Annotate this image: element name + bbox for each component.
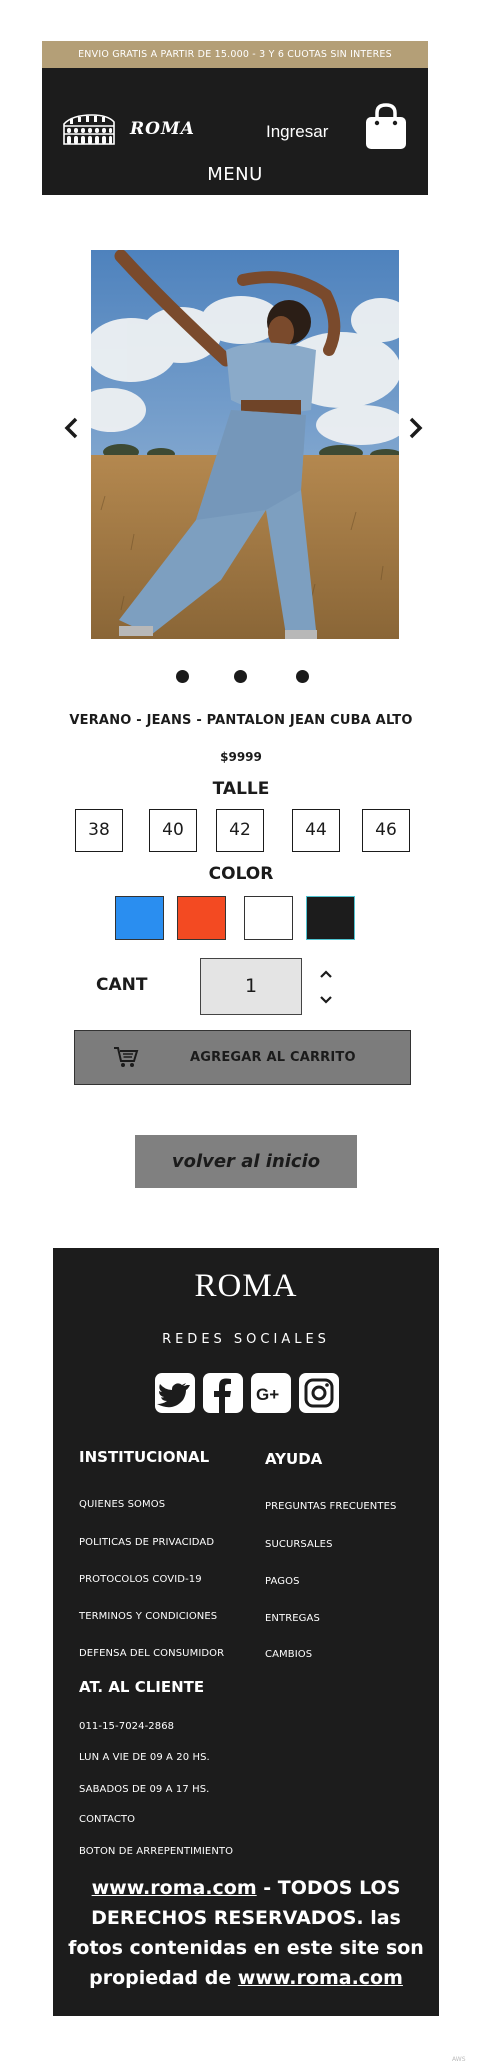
facebook-link[interactable] (202, 1372, 244, 1414)
footer-link[interactable]: SUCURSALES (265, 1539, 333, 1550)
footer-link[interactable]: CAMBIOS (265, 1649, 312, 1660)
login-link[interactable]: Ingresar (266, 122, 328, 142)
footer-link[interactable]: PREGUNTAS FRECUENTES (265, 1501, 396, 1512)
footer-link: SABADOS DE 09 A 17 HS. (79, 1784, 210, 1795)
footer-link[interactable]: TERMINOS Y CONDICIONES (79, 1611, 217, 1622)
corner-badge: AWS (452, 2056, 466, 2063)
ayuda-heading: AYUDA (265, 1450, 323, 1468)
chevron-right-icon (409, 417, 423, 439)
color-options (0, 896, 482, 940)
footer-link[interactable]: PAGOS (265, 1576, 300, 1587)
footer-link[interactable]: BOTON DE ARREPENTIMIENTO (79, 1846, 233, 1857)
size-option[interactable]: 38 (75, 809, 123, 852)
size-option[interactable]: 44 (292, 809, 340, 852)
instagram-icon (299, 1373, 339, 1413)
footer-link: LUN A VIE DE 09 A 20 HS. (79, 1752, 210, 1763)
product-title: VERANO - JEANS - PANTALON JEAN CUBA ALTO (69, 713, 413, 728)
social-title: REDES SOCIALES (162, 1332, 330, 1347)
footer-link[interactable]: PROTOCOLOS COVID-19 (79, 1574, 202, 1585)
color-swatch-black[interactable] (306, 896, 355, 940)
quantity-stepper[interactable] (318, 968, 334, 1006)
instagram-link[interactable] (298, 1372, 340, 1414)
facebook-icon (203, 1373, 243, 1413)
footer-link[interactable]: QUIENES SOMOS (79, 1499, 165, 1510)
twitter-icon (155, 1373, 195, 1413)
size-option[interactable]: 42 (216, 809, 264, 852)
social-links: G+ (154, 1372, 340, 1414)
add-to-cart-label: AGREGAR AL CARRITO (190, 1050, 356, 1065)
color-swatch-white[interactable] (244, 896, 293, 940)
footer-brand: ROMA (194, 1268, 298, 1304)
quantity-label: CANT (96, 975, 148, 995)
site-footer: ROMA REDES SOCIALES G+ INSTITUCIONAL QUI… (53, 1248, 439, 2016)
gallery-prev-button[interactable] (62, 416, 82, 440)
copyright-link[interactable]: www.roma.com (92, 1877, 257, 1899)
footer-link[interactable]: CONTACTO (79, 1814, 135, 1825)
colosseum-icon (63, 114, 115, 145)
copyright-link[interactable]: www.roma.com (238, 1967, 403, 1989)
google-plus-icon: G+ (251, 1373, 291, 1413)
size-options: 38 40 42 44 46 (0, 809, 482, 852)
menu-toggle[interactable]: MENU (42, 164, 428, 185)
cliente-heading: AT. AL CLIENTE (79, 1678, 205, 1696)
logo-text: ROMA (130, 119, 195, 139)
product-image[interactable] (91, 250, 399, 639)
cart-button[interactable] (364, 102, 408, 150)
shopping-bag-icon (366, 103, 406, 149)
google-plus-link[interactable]: G+ (250, 1372, 292, 1414)
color-label: COLOR (208, 864, 274, 884)
svg-text:G+: G+ (256, 1385, 279, 1404)
footer-link[interactable]: POLITICAS DE PRIVACIDAD (79, 1537, 214, 1548)
size-label: TALLE (212, 779, 270, 799)
gallery-dot[interactable] (296, 670, 309, 683)
footer-link[interactable]: DEFENSA DEL CONSUMIDOR (79, 1648, 224, 1659)
footer-link[interactable]: 011-15-7024-2868 (79, 1721, 174, 1732)
size-option[interactable]: 40 (149, 809, 197, 852)
site-header: ROMA Ingresar MENU (42, 68, 428, 195)
gallery-pagination (0, 670, 482, 684)
size-option[interactable]: 46 (362, 809, 410, 852)
gallery-next-button[interactable] (405, 416, 425, 440)
quantity-input[interactable]: 1 (200, 958, 302, 1015)
institucional-heading: INSTITUCIONAL (79, 1448, 210, 1466)
promo-banner: ENVIO GRATIS A PARTIR DE 15.000 - 3 Y 6 … (42, 41, 428, 68)
twitter-link[interactable] (154, 1372, 196, 1414)
product-photo-illustration (91, 250, 399, 639)
back-home-button[interactable]: volver al inicio (135, 1135, 357, 1188)
stepper-arrows-icon (320, 970, 332, 1004)
footer-link[interactable]: ENTREGAS (265, 1613, 320, 1624)
product-price: $9999 (220, 750, 262, 764)
chevron-left-icon (64, 417, 78, 439)
gallery-dot[interactable] (234, 670, 247, 683)
gallery-dot[interactable] (176, 670, 189, 683)
copyright-notice: www.roma.com - TODOS LOS DERECHOS RESERV… (63, 1873, 429, 1993)
color-swatch-red[interactable] (177, 896, 226, 940)
color-swatch-blue[interactable] (115, 896, 164, 940)
add-to-cart-button[interactable]: AGREGAR AL CARRITO (74, 1030, 411, 1085)
site-logo[interactable]: ROMA (62, 112, 195, 146)
cart-icon (114, 1047, 139, 1067)
